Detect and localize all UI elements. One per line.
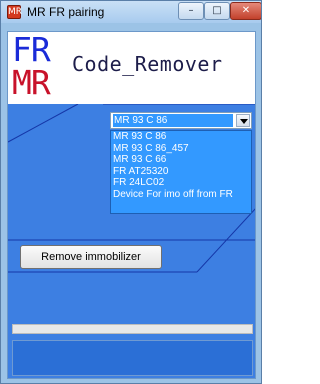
dropdown-option[interactable]: FR AT25320 — [111, 166, 251, 178]
device-dropdown-list: MR 93 C 86 MR 93 C 86_457 MR 93 C 66 FR … — [110, 130, 252, 214]
minimize-button[interactable]: – — [178, 2, 204, 20]
app-icon: MR — [7, 5, 23, 19]
close-button[interactable]: ✕ — [230, 2, 261, 20]
chevron-down-icon[interactable] — [236, 114, 250, 127]
main-window: MR MR FR pairing – □ ✕ FR MR Code_Remove… — [0, 0, 262, 384]
window-title: MR FR pairing — [27, 5, 105, 19]
client-area: FR MR Code_Remover MR 93 C 86 MR 93 C 86… — [7, 31, 256, 379]
device-select-value: MR 93 C 86 — [113, 114, 233, 127]
title-bar[interactable]: MR MR FR pairing – □ ✕ — [1, 1, 261, 23]
dropdown-option[interactable]: MR 93 C 86_457 — [111, 143, 251, 155]
dropdown-option[interactable]: MR 93 C 66 — [111, 154, 251, 166]
status-panel — [12, 340, 253, 376]
dropdown-option[interactable]: MR 93 C 86 — [111, 131, 251, 143]
logo-mr: MR — [12, 63, 51, 102]
dropdown-option[interactable]: Device For imo off from FR — [111, 189, 251, 201]
dropdown-option[interactable]: FR 24LC02 — [111, 177, 251, 189]
remove-immobilizer-button[interactable]: Remove immobilizer — [20, 245, 162, 269]
progress-bar — [12, 324, 253, 334]
app-title: Code_Remover — [72, 52, 223, 76]
device-select[interactable]: MR 93 C 86 — [110, 112, 252, 129]
header-banner: FR MR Code_Remover — [8, 32, 255, 104]
maximize-button[interactable]: □ — [204, 2, 230, 20]
